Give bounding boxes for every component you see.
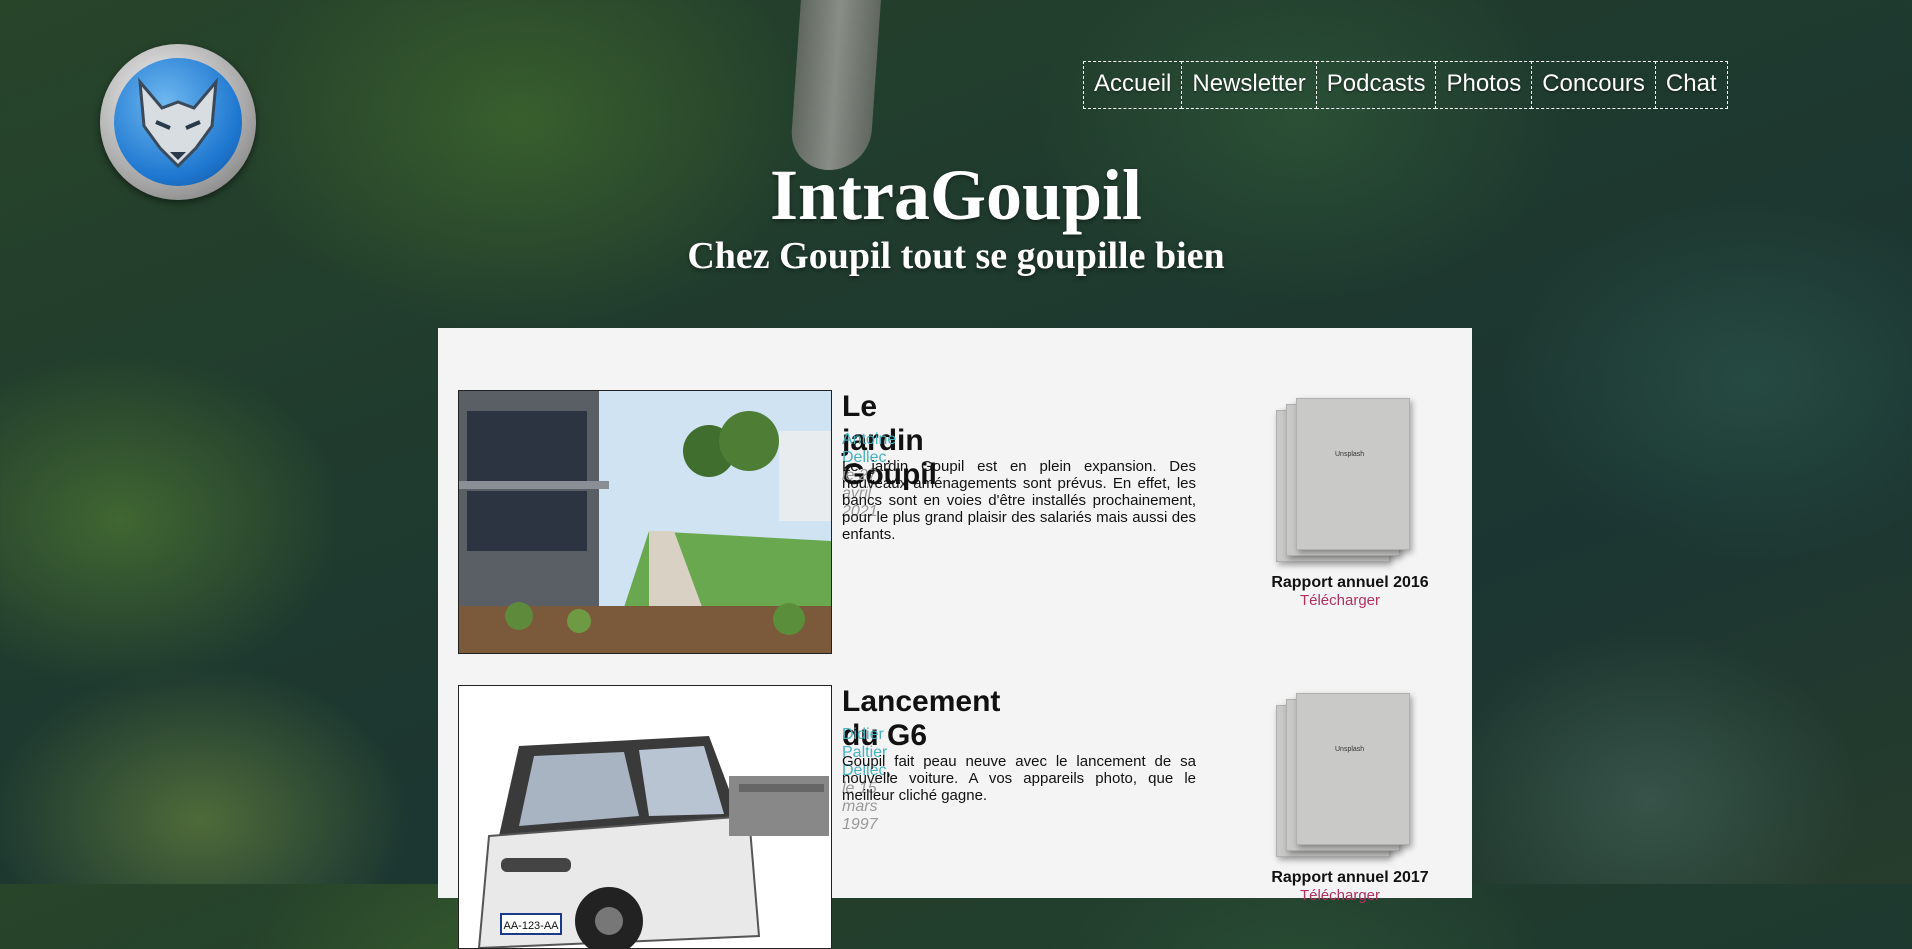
license-plate-text: AA-123-AA bbox=[503, 920, 559, 932]
report-card: Unsplash Rapport annuel 2017 Télécharger bbox=[1260, 693, 1440, 904]
report-download-link[interactable]: Télécharger bbox=[1240, 592, 1440, 609]
report-page-front: Unsplash bbox=[1296, 693, 1410, 845]
content-panel: Le jardin Goupil Antoine Dellec, le 27 a… bbox=[438, 328, 1472, 949]
report-card: Unsplash Rapport annuel 2016 Télécharger bbox=[1260, 398, 1440, 609]
report-cover-text: Unsplash bbox=[1335, 746, 1365, 753]
main-nav: Accueil Newsletter Podcasts Photos Conco… bbox=[1083, 61, 1728, 109]
report-cover[interactable]: Unsplash bbox=[1260, 693, 1440, 861]
nav-item-podcasts[interactable]: Podcasts bbox=[1315, 61, 1437, 109]
nav-item-chat[interactable]: Chat bbox=[1654, 61, 1728, 109]
report-cover-text: Unsplash bbox=[1335, 451, 1365, 458]
garden-building-photo[interactable] bbox=[458, 390, 832, 654]
background-road bbox=[789, 0, 881, 170]
report-cover[interactable]: Unsplash bbox=[1260, 398, 1440, 566]
nav-item-concours[interactable]: Concours bbox=[1531, 61, 1656, 109]
article-excerpt: Goupil fait peau neuve avec le lancement… bbox=[842, 753, 1196, 804]
nav-item-newsletter[interactable]: Newsletter bbox=[1181, 61, 1317, 109]
report-title: Rapport annuel 2016 bbox=[1271, 574, 1429, 591]
article-excerpt: Le jardin Goupil est en plein expansion.… bbox=[842, 458, 1196, 543]
nav-item-photos[interactable]: Photos bbox=[1435, 61, 1533, 109]
site-subtitle: Chez Goupil tout se goupille bien bbox=[687, 235, 1225, 277]
site-title: IntraGoupil bbox=[769, 155, 1143, 235]
nav-item-accueil[interactable]: Accueil bbox=[1083, 61, 1183, 109]
report-title: Rapport annuel 2017 bbox=[1271, 869, 1429, 886]
report-download-link[interactable]: Télécharger bbox=[1240, 887, 1440, 904]
utility-vehicle-photo[interactable]: AA-123-AA bbox=[458, 685, 832, 949]
report-page-front: Unsplash bbox=[1296, 398, 1410, 550]
